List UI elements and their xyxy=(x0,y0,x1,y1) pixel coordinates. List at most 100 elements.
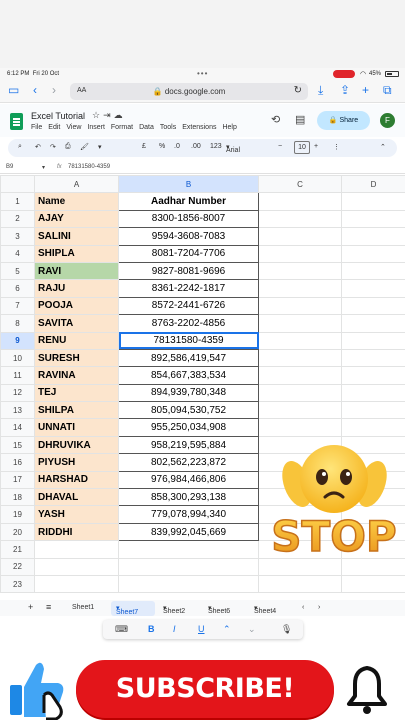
tabs-overview-icon[interactable]: ⧉ xyxy=(383,83,392,97)
add-sheet-icon[interactable]: + xyxy=(28,602,33,612)
cell[interactable] xyxy=(258,279,342,298)
row-header[interactable]: 7 xyxy=(0,296,35,316)
menu-insert[interactable]: Insert xyxy=(87,124,105,131)
row-header[interactable]: 9 xyxy=(0,331,35,350)
menu-format[interactable]: Format xyxy=(111,124,133,131)
chevron-down-icon[interactable]: ⌄ xyxy=(248,624,256,635)
name-cell[interactable]: UNNATI xyxy=(34,418,119,437)
name-cell[interactable]: RAVINA xyxy=(34,366,119,385)
tab-sheet6[interactable]: Sheet6 ▾ xyxy=(208,604,230,615)
name-cell[interactable]: SALINI xyxy=(34,227,119,246)
cell[interactable] xyxy=(341,227,405,246)
paint-format-icon[interactable]: 🖌 xyxy=(80,143,89,151)
font-size-increase-button[interactable]: + xyxy=(314,143,318,150)
underline-button[interactable]: U xyxy=(198,624,205,634)
document-title[interactable]: Excel Tutorial xyxy=(31,111,85,121)
chevron-up-icon[interactable]: ⌃ xyxy=(223,624,231,635)
row-header[interactable]: 10 xyxy=(0,348,35,368)
star-icon[interactable]: ☆ xyxy=(92,110,103,120)
menu-view[interactable]: View xyxy=(66,124,81,131)
cell[interactable] xyxy=(341,279,405,298)
all-sheets-icon[interactable]: ≡ xyxy=(46,602,51,612)
row-header[interactable]: 13 xyxy=(0,401,35,420)
currency-icon[interactable]: £ xyxy=(142,143,146,150)
row-header[interactable]: 20 xyxy=(0,522,35,542)
scroll-tabs-left-icon[interactable]: ‹ xyxy=(302,604,304,611)
aadhar-cell[interactable]: 8763-2202-4856 xyxy=(118,314,259,333)
name-box[interactable]: B9 xyxy=(6,164,13,170)
sidebar-icon[interactable]: ▭ xyxy=(8,83,19,97)
name-cell[interactable]: HARSHAD xyxy=(34,470,119,490)
header-cell-name[interactable]: Name xyxy=(34,192,119,211)
column-header-c[interactable]: C xyxy=(258,174,342,194)
name-cell[interactable]: YASH xyxy=(34,505,119,524)
row-header[interactable]: 11 xyxy=(0,366,35,385)
aadhar-cell[interactable]: 779,078,994,340 xyxy=(118,505,259,524)
tab-sheet4[interactable]: Sheet4 ▾ xyxy=(254,604,276,615)
download-icon[interactable]: ⤓ xyxy=(318,83,323,97)
cell[interactable] xyxy=(34,557,119,576)
aadhar-cell[interactable]: 802,562,223,872 xyxy=(118,453,259,472)
name-cell[interactable]: SHILPA xyxy=(34,401,119,420)
search-icon[interactable]: ⌕ xyxy=(18,143,22,151)
name-cell[interactable]: DHRUVIKA xyxy=(34,435,119,455)
column-header-b[interactable]: B xyxy=(118,174,259,194)
cell[interactable] xyxy=(341,383,405,403)
decrease-decimal-button[interactable]: .0 xyxy=(174,143,180,150)
share-button[interactable]: 🔒 Share xyxy=(317,111,370,130)
aadhar-cell[interactable]: 8081-7204-7706 xyxy=(118,244,259,263)
row-header[interactable]: 14 xyxy=(0,418,35,437)
print-icon[interactable]: ⎙ xyxy=(65,143,71,151)
bold-button[interactable]: B xyxy=(148,624,155,634)
row-header[interactable]: 1 xyxy=(0,192,35,211)
name-cell[interactable]: POOJA xyxy=(34,296,119,316)
aadhar-cell[interactable]: 854,667,383,534 xyxy=(118,366,259,385)
subscribe-button[interactable]: SUBSCRIBE! xyxy=(76,660,334,718)
cell[interactable] xyxy=(34,574,119,594)
cell[interactable] xyxy=(341,314,405,333)
tab-sheet1[interactable]: Sheet1 xyxy=(72,604,94,611)
menu-tools[interactable]: Tools xyxy=(160,124,176,131)
cell[interactable] xyxy=(118,574,259,594)
menu-help[interactable]: Help xyxy=(222,124,236,131)
aadhar-cell[interactable]: 8300-1856-8007 xyxy=(118,209,259,229)
avatar[interactable]: F xyxy=(380,113,395,128)
row-header[interactable]: 22 xyxy=(0,557,35,576)
cell[interactable] xyxy=(341,244,405,263)
cell[interactable] xyxy=(341,296,405,316)
sheets-logo-icon[interactable] xyxy=(10,113,23,130)
microphone-icon[interactable]: 🎙 xyxy=(281,624,292,635)
aadhar-cell-selected[interactable]: 78131580-4359 xyxy=(118,331,259,350)
name-box-dropdown-icon[interactable]: ▾ xyxy=(42,164,45,171)
cell[interactable] xyxy=(118,557,259,576)
cell[interactable] xyxy=(258,244,342,263)
reload-icon[interactable]: ↻ xyxy=(294,85,302,96)
tab-sheet2[interactable]: Sheet2 ▾ xyxy=(163,604,185,615)
aadhar-cell[interactable]: 839,992,045,669 xyxy=(118,522,259,542)
zoom-select[interactable]: ▾ xyxy=(98,143,102,151)
history-icon[interactable]: ⟲ xyxy=(271,113,280,126)
select-all-corner[interactable] xyxy=(0,174,35,194)
name-cell[interactable]: RIDDHI xyxy=(34,522,119,542)
cell[interactable] xyxy=(258,192,342,211)
row-header[interactable]: 23 xyxy=(0,574,35,594)
row-header[interactable]: 12 xyxy=(0,383,35,403)
aadhar-cell[interactable]: 805,094,530,752 xyxy=(118,401,259,420)
row-header[interactable]: 4 xyxy=(0,244,35,263)
name-cell[interactable]: SURESH xyxy=(34,348,119,368)
column-header-d[interactable]: D xyxy=(341,174,405,194)
name-cell[interactable]: PIYUSH xyxy=(34,453,119,472)
name-cell[interactable]: RAVI xyxy=(34,261,119,281)
name-cell[interactable]: DHAVAL xyxy=(34,488,119,507)
cell[interactable] xyxy=(341,366,405,385)
row-header[interactable]: 2 xyxy=(0,209,35,229)
row-header[interactable]: 18 xyxy=(0,488,35,507)
cell[interactable] xyxy=(341,401,405,420)
header-cell-aadhar[interactable]: Aadhar Number xyxy=(118,192,259,211)
font-size-input[interactable]: 10 xyxy=(294,141,310,154)
cell[interactable] xyxy=(341,331,405,350)
name-cell[interactable]: RENU xyxy=(34,331,119,350)
row-header[interactable]: 21 xyxy=(0,540,35,559)
cell[interactable] xyxy=(258,383,342,403)
row-header[interactable]: 5 xyxy=(0,261,35,281)
